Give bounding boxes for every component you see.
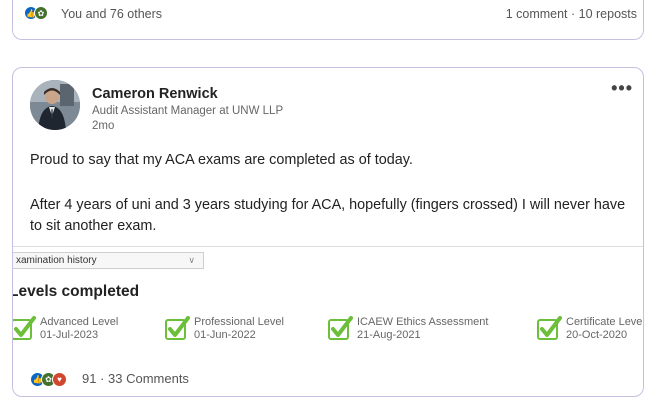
level-name: Advanced Level [40,316,119,328]
examination-history-dropdown[interactable]: xamination history ∨ [13,252,204,269]
post-text-line-1: Proud to say that my ACA exams are compl… [30,152,413,168]
previous-post-reactions[interactable]: 👍 ✿ [24,6,48,20]
avatar-photo [30,80,80,130]
previous-post-card: 👍 ✿ You and 76 others 1 comment · 10 rep… [12,0,644,40]
reactions-count-text[interactable]: You and 76 others [61,7,162,21]
post-card: Cameron Renwick Audit Assistant Manager … [12,67,644,397]
attachment-divider [13,246,643,247]
post-timestamp: 2mo [92,120,115,132]
author-name[interactable]: Cameron Renwick [92,86,218,102]
comments-reposts-count[interactable]: 1 comment · 10 reposts [506,7,637,21]
reactions-comments-count[interactable]: 91 · 33 Comments [82,371,189,386]
author-headline: Audit Assistant Manager at UNW LLP [92,105,284,117]
level-name: Professional Level [194,316,284,328]
checkbox-tick-icon [537,316,562,340]
level-name: Certificate Level [566,316,644,328]
levels-completed-heading: Levels completed [12,283,140,300]
level-date: 01-Jul-2023 [40,329,99,341]
level-date: 20-Oct-2020 [566,329,628,341]
dropdown-label: xamination history [16,255,97,266]
more-options-button[interactable]: ••• [611,78,633,99]
checkbox-tick-icon [165,316,190,340]
level-date: 01-Jun-2022 [194,329,256,341]
checkbox-tick-icon [13,316,36,340]
avatar[interactable] [30,80,80,130]
post-reactions[interactable]: 👍 ✿ ♥ [30,372,67,387]
post-text-line-2: After 4 years of uni and 3 years studyin… [30,197,626,213]
celebrate-icon: ✿ [34,6,48,20]
previous-post-social-bar: 👍 ✿ You and 76 others 1 comment · 10 rep… [13,6,643,26]
level-name: ICAEW Ethics Assessment [357,316,489,328]
chevron-down-icon: ∨ [188,255,195,265]
love-icon: ♥ [52,372,67,387]
post-text-line-3: to sit another exam. [30,218,157,234]
level-date: 21-Aug-2021 [357,329,421,341]
checkbox-tick-icon [328,316,353,340]
